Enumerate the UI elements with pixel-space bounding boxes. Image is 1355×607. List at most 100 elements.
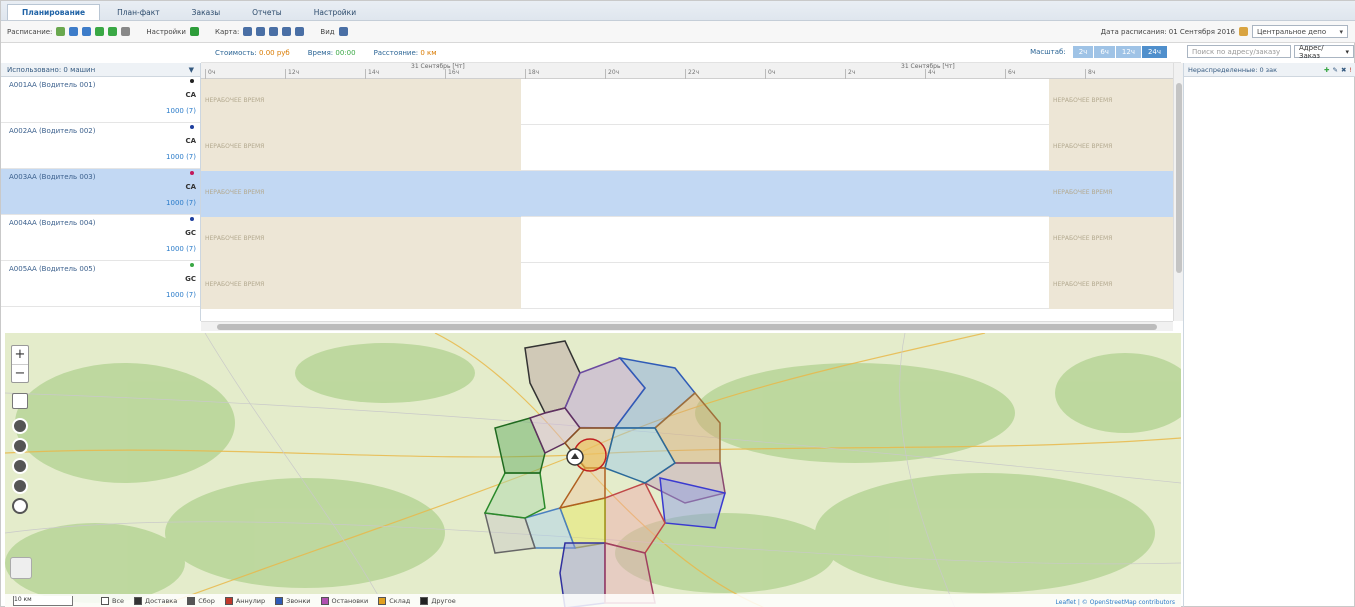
nonwork-block: НЕРАБОЧЕЕ ВРЕМЯ <box>201 125 521 171</box>
summary-bar: Стоимость: 0.00 руб Время: 00:00 Расстоя… <box>201 43 1181 63</box>
legend-checkbox[interactable] <box>224 597 233 605</box>
warning-icon[interactable]: ! <box>1349 66 1352 74</box>
zoom-in-button[interactable]: + <box>12 346 28 364</box>
legend-item[interactable]: Склад <box>378 597 410 605</box>
layer-tool-icon[interactable] <box>12 418 28 434</box>
scale-option-6h[interactable]: 6ч <box>1094 46 1115 58</box>
legend-item[interactable]: Остановки <box>320 597 368 605</box>
point-tool-icon[interactable] <box>12 458 28 474</box>
scale-option-12h[interactable]: 12ч <box>1115 46 1141 58</box>
timeline-row[interactable]: НЕРАБОЧЕЕ ВРЕМЯ НЕРАБОЧЕЕ ВРЕМЯ <box>201 171 1173 217</box>
map-grid-icon[interactable] <box>282 27 292 36</box>
scale-option-24h[interactable]: 24ч <box>1141 46 1167 58</box>
timeline-tick: 16ч <box>445 69 459 79</box>
legend-checkbox[interactable] <box>275 597 284 605</box>
filter-icon[interactable]: ▼ <box>189 66 194 74</box>
screenshot-icon[interactable] <box>12 393 28 409</box>
timeline-horizontal-scrollbar[interactable] <box>201 321 1173 331</box>
legend-item[interactable]: Другое <box>420 597 456 605</box>
depot-select[interactable]: Центральное депо ▾ <box>1252 25 1348 38</box>
time-stat: Время: 00:00 <box>307 48 356 57</box>
legend-checkbox[interactable] <box>320 597 329 605</box>
add-icon[interactable]: ✚ <box>1324 66 1329 74</box>
legend-item[interactable]: Сбор <box>187 597 215 605</box>
timeline-row[interactable]: НЕРАБОЧЕЕ ВРЕМЯ НЕРАБОЧЕЕ ВРЕМЯ <box>201 263 1173 309</box>
tab-settings[interactable]: Настройки <box>299 4 371 20</box>
route-tool-icon[interactable] <box>12 438 28 454</box>
tab-orders[interactable]: Заказы <box>177 4 235 20</box>
timeline-tick: 6ч <box>1005 69 1015 79</box>
legend-item[interactable]: Звонки <box>275 597 311 605</box>
chevron-down-icon: ▾ <box>1345 47 1349 56</box>
vehicle-row[interactable]: А002АА (Водитель 002) CA 1000 (7) <box>1 123 200 169</box>
delete-icon[interactable]: ✖ <box>1341 66 1346 74</box>
map-refresh-icon[interactable] <box>243 27 253 36</box>
address-search-input[interactable]: Поиск по адресу/заказу <box>1187 45 1291 58</box>
vehicle-row[interactable]: А004АА (Водитель 004) GC 1000 (7) <box>1 215 200 261</box>
scroll-thumb[interactable] <box>217 324 1157 330</box>
main-tabs: Планирование План-факт Заказы Отчеты Нас… <box>1 1 1355 21</box>
save-icon[interactable] <box>69 27 79 36</box>
legend-checkbox[interactable] <box>420 597 429 605</box>
view-label: Вид <box>320 27 335 36</box>
settings-icon[interactable] <box>189 27 199 36</box>
legend-item[interactable]: Все <box>101 597 124 605</box>
timeline-row[interactable]: НЕРАБОЧЕЕ ВРЕМЯ НЕРАБОЧЕЕ ВРЕМЯ <box>201 79 1173 125</box>
timeline-tick: 0ч <box>765 69 775 79</box>
nonwork-block: НЕРАБОЧЕЕ ВРЕМЯ <box>1049 125 1173 171</box>
tab-reports[interactable]: Отчеты <box>237 4 297 20</box>
vehicle-row[interactable]: А003АА (Водитель 003) CA 1000 (7) <box>1 169 200 215</box>
legend-checkbox[interactable] <box>134 597 143 605</box>
vehicle-capacity: 1000 (7) <box>166 153 196 161</box>
timeline-tick: 4ч <box>925 69 935 79</box>
vehicle-list-header: Использовано: 0 машин ▼ <box>1 63 200 77</box>
vehicle-row[interactable]: А005АА (Водитель 005) GC 1000 (7) <box>1 261 200 307</box>
map-route-icon[interactable] <box>256 27 266 36</box>
schedule-timeline[interactable]: 31 Сентябрь [Чт] 31 Сентябрь [Чт] 0ч 12ч 1… <box>201 63 1173 321</box>
optimize-icon[interactable] <box>56 27 66 36</box>
legend-item[interactable]: Аннулир <box>224 597 265 605</box>
vehicle-name[interactable]: А004АА (Водитель 004) <box>9 219 95 227</box>
vehicle-name[interactable]: А002АА (Водитель 002) <box>9 127 95 135</box>
info-tool-icon[interactable] <box>12 478 28 494</box>
timeline-tick: 0ч <box>205 69 215 79</box>
map-clock-icon[interactable] <box>295 27 305 36</box>
timeline-vertical-scrollbar[interactable] <box>1173 63 1183 321</box>
vehicle-capacity: 1000 (7) <box>166 245 196 253</box>
timeline-row[interactable]: НЕРАБОЧЕЕ ВРЕМЯ НЕРАБОЧЕЕ ВРЕМЯ <box>201 217 1173 263</box>
scroll-thumb[interactable] <box>1176 83 1182 273</box>
legend-checkbox[interactable] <box>101 597 109 605</box>
print-icon[interactable] <box>82 27 92 36</box>
unassigned-orders-panel: Нераспределенные: 0 зак ✚ ✎ ✖ ! <box>1183 63 1355 607</box>
timeline-tick: 14ч <box>365 69 379 79</box>
vehicle-row[interactable]: А001АА (Водитель 001) CA 1000 (7) <box>1 77 200 123</box>
view-table-icon[interactable] <box>338 27 348 36</box>
vehicle-name[interactable]: А005АА (Водитель 005) <box>9 265 95 273</box>
map-label: Карта: <box>214 27 240 36</box>
nonwork-block: НЕРАБОЧЕЕ ВРЕМЯ <box>201 217 521 263</box>
unassigned-header: Нераспределенные: 0 зак ✚ ✎ ✖ ! <box>1184 63 1355 77</box>
play-icon[interactable] <box>95 27 105 36</box>
tab-planning[interactable]: Планирование <box>7 4 101 20</box>
timeline-row[interactable]: НЕРАБОЧЕЕ ВРЕМЯ НЕРАБОЧЕЕ ВРЕМЯ <box>201 125 1173 171</box>
zoom-out-button[interactable]: − <box>12 364 28 382</box>
filter-select[interactable]: Адрес/Заказ ▾ <box>1294 44 1354 60</box>
legend-checkbox[interactable] <box>378 597 387 605</box>
forward-icon[interactable] <box>108 27 118 36</box>
export-icon[interactable] <box>121 27 131 36</box>
legend-item[interactable]: Доставка <box>134 597 177 605</box>
right-panel-search-row: Поиск по адресу/заказу Адрес/Заказ ▾ <box>1187 44 1354 60</box>
map-layers-icon[interactable] <box>269 27 279 36</box>
layers-icon[interactable] <box>10 557 32 579</box>
map-attribution[interactable]: Leaflet | © OpenStreetMap contributors <box>1056 599 1175 606</box>
vehicle-name[interactable]: А003АА (Водитель 003) <box>9 173 95 181</box>
scale-option-2h[interactable]: 2ч <box>1072 46 1094 58</box>
nonwork-block: НЕРАБОЧЕЕ ВРЕМЯ <box>1049 263 1173 309</box>
legend-checkbox[interactable] <box>187 597 196 605</box>
circle-tool-icon[interactable] <box>12 498 28 514</box>
calendar-icon[interactable] <box>1239 27 1248 36</box>
tab-plan-fact[interactable]: План-факт <box>102 4 175 20</box>
map-view[interactable]: + − Все Доставка Сбор Аннулир Звонки Остановк… <box>5 333 1181 607</box>
vehicle-name[interactable]: А001АА (Водитель 001) <box>9 81 95 89</box>
edit-icon[interactable]: ✎ <box>1332 66 1337 74</box>
